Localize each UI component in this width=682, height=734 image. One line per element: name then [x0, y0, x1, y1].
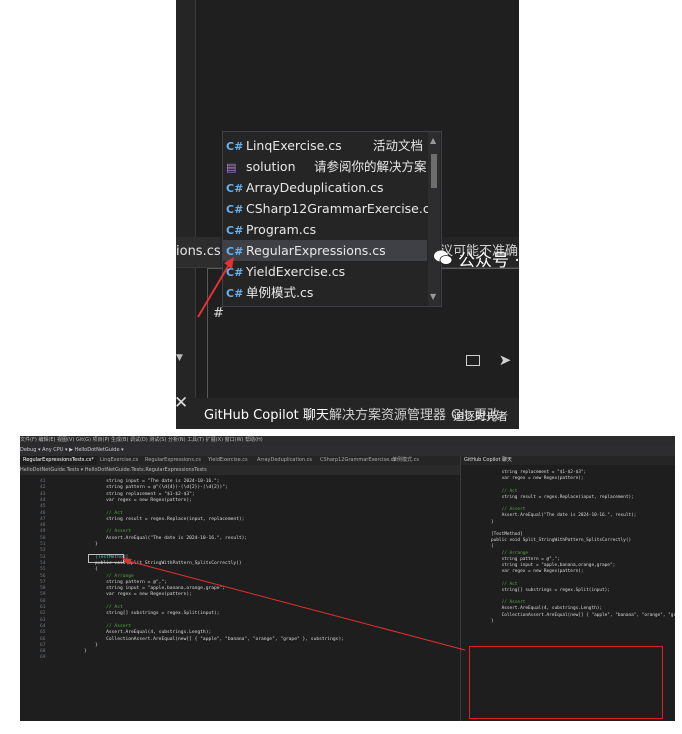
chat-actions: ➤ — [466, 351, 511, 369]
autocomplete-item-label: CSharp12GrammarExercise.cs — [246, 201, 437, 216]
panel-divider — [195, 0, 196, 429]
copilot-code-line: string pattern = @","; — [491, 556, 560, 562]
autocomplete-item[interactable]: ▤ solution 请参阅你的解决方案 — [223, 156, 427, 177]
document-tabs: RegularExpressionsTests.cs* LinqExercise… — [20, 456, 460, 465]
popup-scrollbar[interactable]: ▲ ▼ — [428, 132, 440, 306]
copilot-code-line: Assert.AreEqual(4, substrings.Length); — [491, 606, 603, 612]
autocomplete-item-label: YieldExercise.cs — [246, 264, 346, 279]
code-line[interactable]: 69 — [20, 655, 460, 661]
autocomplete-item-desc: 活动文档 — [373, 138, 424, 153]
watermark-text: 公众号 · 追逐时光者 — [458, 251, 611, 271]
autocomplete-item-label: ArrayDeduplication.cs — [246, 180, 384, 195]
close-icon[interactable]: ✕ — [176, 393, 188, 413]
file-autocomplete-popup: C# LinqExercise.cs 活动文档 ▤ solution 请参阅你的解决方案… — [222, 131, 442, 307]
doc-tab[interactable]: 单例模式.cs — [392, 456, 419, 465]
left-panel — [176, 0, 195, 429]
toolbar[interactable]: Debug ▾ Any CPU ▾ ▶ HelloDotNetGuide ▾ — [20, 445, 675, 456]
autocomplete-item-label: LinqExercise.cs — [246, 138, 342, 153]
line-number: 69 — [40, 655, 46, 661]
autocomplete-item[interactable]: C# YieldExercise.cs — [223, 261, 427, 282]
bottom-screenshot: 文件(F) 编辑(E) 视图(V) Git(G) 项目(P) 生成(B) 调试(… — [20, 436, 675, 721]
csharp-file-icon: C# — [226, 140, 244, 153]
copilot-code-line: string result = regex.Replace(input, rep… — [491, 494, 634, 500]
copilot-panel-title: GitHub Copilot 聊天 — [461, 456, 675, 465]
solution-icon: ▤ — [226, 161, 237, 174]
annotation-arrow-icon — [197, 257, 234, 318]
copilot-code-line: // Act — [491, 488, 518, 494]
doc-tab[interactable]: YieldExercise.cs — [208, 456, 248, 465]
copilot-code-line: string[] substrings = regex.Split(input)… — [491, 587, 610, 593]
highlight-box — [469, 646, 663, 719]
scroll-down-icon[interactable]: ▼ — [176, 353, 183, 363]
doc-tab[interactable]: RegularExpressionsTests.cs* — [20, 456, 97, 465]
copilot-code-line: // Act — [491, 581, 518, 587]
wechat-icon — [434, 250, 453, 265]
tool-window-tabs: GitHub Copilot 聊天 解决方案资源管理器 Git 更改 追逐时光者 — [195, 398, 519, 429]
annotation-line-icon — [122, 558, 466, 651]
autocomplete-item-label: Program.cs — [246, 222, 317, 237]
send-icon[interactable]: ➤ — [499, 351, 512, 369]
autocomplete-item[interactable]: C# 单例模式.cs — [223, 282, 427, 303]
highlighted-attribute — [88, 554, 124, 563]
autocomplete-item-label: 单例模式.cs — [246, 285, 314, 300]
copilot-code-line: var regex = new Regex(pattern); — [491, 569, 584, 575]
copilot-code-line: } — [491, 618, 494, 624]
watermark-text: 追逐时光者 — [453, 410, 508, 423]
autocomplete-item[interactable]: C# ArrayDeduplication.cs — [223, 177, 427, 198]
copilot-chat-panel: GitHub Copilot 聊天 string replacement = "… — [460, 456, 675, 721]
menu-bar[interactable]: 文件(F) 编辑(E) 视图(V) Git(G) 项目(P) 生成(B) 调试(… — [20, 436, 675, 445]
tab-solution-explorer[interactable]: 解决方案资源管理器 — [329, 404, 446, 423]
doc-tab[interactable]: RegularExpressions.cs — [145, 456, 201, 465]
autocomplete-item[interactable]: C# Program.cs — [223, 219, 427, 240]
book-icon[interactable] — [466, 355, 480, 366]
copilot-code-line: public void Split_StringWithPattern_Spli… — [491, 538, 632, 544]
scroll-up-icon[interactable]: ▲ — [430, 136, 436, 145]
autocomplete-item-selected[interactable]: C# RegularExpressions.cs — [223, 240, 427, 261]
csharp-file-icon: C# — [226, 203, 244, 216]
doc-tab[interactable]: ArrayDeduplication.cs — [257, 456, 312, 465]
csharp-file-icon: C# — [226, 182, 244, 195]
copilot-code-line: // Arrange — [491, 550, 529, 556]
tab-github-copilot-chat[interactable]: GitHub Copilot 聊天 — [204, 404, 329, 423]
autocomplete-item[interactable]: C# LinqExercise.cs 活动文档 — [223, 135, 427, 156]
csharp-file-icon: C# — [226, 224, 244, 237]
autocomplete-item-desc: 请参阅你的解决方案 — [314, 159, 427, 174]
doc-tab[interactable]: CSharp12GrammarExercise.cs — [320, 456, 396, 465]
copilot-code-line: var regex = new Regex(pattern); — [491, 476, 584, 482]
navigation-bar[interactable]: HelloDotNetGuide.Tests ▾ HelloDotNetGuid… — [20, 465, 460, 475]
scroll-down-icon[interactable]: ▼ — [430, 292, 436, 301]
autocomplete-item-label: solution — [246, 159, 296, 174]
copilot-code-line: Assert.AreEqual("The date is 2024-10-16.… — [491, 513, 637, 519]
scroll-thumb[interactable] — [431, 154, 437, 188]
doc-tab[interactable]: LinqExercise.cs — [100, 456, 138, 465]
truncated-text: ) — [176, 366, 177, 380]
autocomplete-item[interactable]: C# CSharp12GrammarExercise.cs — [223, 198, 436, 219]
autocomplete-item-label: RegularExpressions.cs — [246, 243, 386, 258]
copilot-code-line: { — [491, 544, 494, 550]
copilot-code-line: } — [491, 519, 494, 525]
copilot-code-line: CollectionAssert.AreEqual(new[] { "apple… — [501, 612, 675, 618]
